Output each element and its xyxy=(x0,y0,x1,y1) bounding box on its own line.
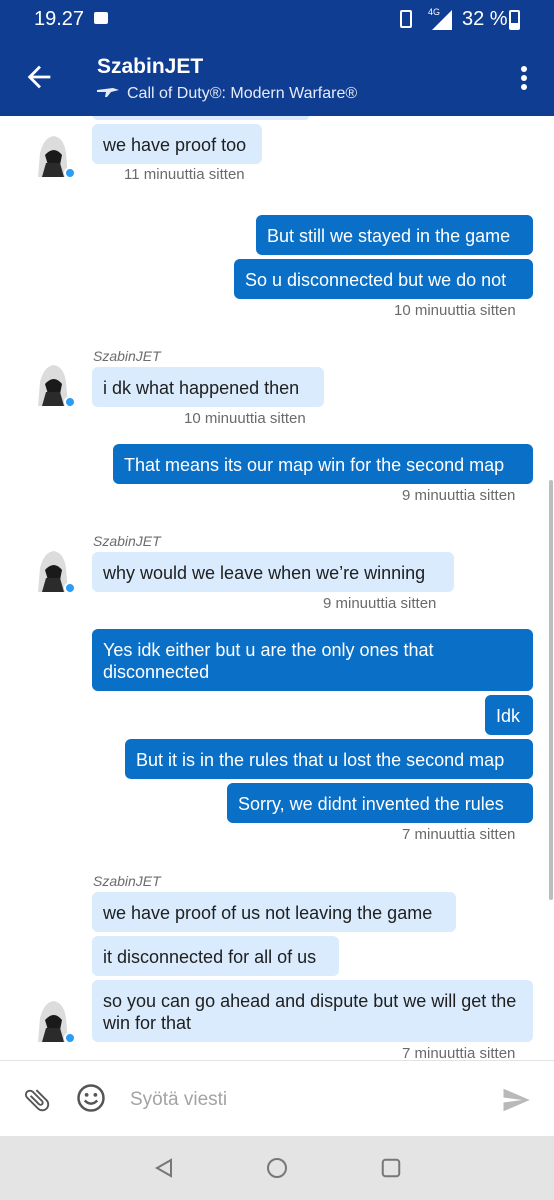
status-bar: 19.27 4G 32 % xyxy=(0,0,554,40)
game-subtitle: Call of Duty®: Modern Warfare® xyxy=(127,85,358,102)
message-timestamp: 9 minuuttia sitten xyxy=(402,487,516,504)
signal-icon xyxy=(432,10,452,30)
game-controller-icon xyxy=(97,88,119,97)
message-bubble[interactable]: So u disconnected but we do not xyxy=(234,259,533,299)
message-timestamp: 7 minuuttia sitten xyxy=(402,826,516,843)
nav-recents-icon[interactable] xyxy=(380,1157,402,1179)
app-bar: SzabinJET Call of Duty®: Modern Warfare® xyxy=(0,40,554,116)
message-bubble[interactable]: it disconnected for all of us xyxy=(92,936,339,976)
message-bubble[interactable]: we have proof of us not leaving the game xyxy=(92,892,456,932)
battery-icon xyxy=(509,10,520,30)
message-timestamp: 7 minuuttia sitten xyxy=(402,1045,516,1060)
avatar[interactable] xyxy=(30,362,74,406)
status-time: 19.27 xyxy=(34,8,85,30)
message-bubble[interactable]: Idk xyxy=(485,695,533,735)
message-bubble[interactable]: Yes idk either but u are the only ones t… xyxy=(92,629,533,691)
back-arrow-icon[interactable] xyxy=(22,60,56,94)
message-list[interactable]: we have proof too 11 minuuttia sitten Bu… xyxy=(0,116,554,1060)
message-bubble[interactable]: i dk what happened then xyxy=(92,367,324,407)
nav-back-icon[interactable] xyxy=(152,1156,176,1180)
sender-name: SzabinJET xyxy=(93,533,161,549)
avatar[interactable] xyxy=(30,133,74,177)
message-input[interactable] xyxy=(128,1083,472,1117)
avatar[interactable] xyxy=(30,998,74,1042)
send-icon[interactable] xyxy=(500,1085,532,1115)
nav-home-icon[interactable] xyxy=(265,1156,289,1180)
sender-name: SzabinJET xyxy=(93,873,161,889)
scrollbar[interactable] xyxy=(549,480,553,900)
battery-percent: 32 % xyxy=(462,8,508,30)
message-timestamp: 11 minuuttia sitten xyxy=(124,166,245,183)
message-bubble-partial xyxy=(92,116,310,120)
message-bubble[interactable]: so you can go ahead and dispute but we w… xyxy=(92,980,533,1042)
message-bubble[interactable]: why would we leave when we’re winning xyxy=(92,552,454,592)
sender-name: SzabinJET xyxy=(93,348,161,364)
message-bubble[interactable]: we have proof too xyxy=(92,124,262,164)
message-bubble[interactable]: That means its our map win for the secon… xyxy=(113,444,533,484)
image-notification-icon xyxy=(94,12,108,24)
message-timestamp: 9 minuuttia sitten xyxy=(323,595,437,612)
message-bubble[interactable]: But it is in the rules that u lost the s… xyxy=(125,739,533,779)
message-bubble[interactable]: Sorry, we didnt invented the rules xyxy=(227,783,533,823)
emoji-icon[interactable] xyxy=(76,1083,106,1113)
vibrate-icon xyxy=(400,10,412,28)
system-nav-bar xyxy=(0,1136,554,1200)
message-composer xyxy=(0,1060,554,1137)
message-timestamp: 10 minuuttia sitten xyxy=(184,410,306,427)
more-options-icon[interactable] xyxy=(516,66,532,94)
message-timestamp: 10 minuuttia sitten xyxy=(394,302,516,319)
avatar[interactable] xyxy=(30,548,74,592)
conversation-title: SzabinJET xyxy=(97,55,204,78)
message-bubble[interactable]: But still we stayed in the game xyxy=(256,215,533,255)
attachment-icon[interactable] xyxy=(22,1085,52,1115)
